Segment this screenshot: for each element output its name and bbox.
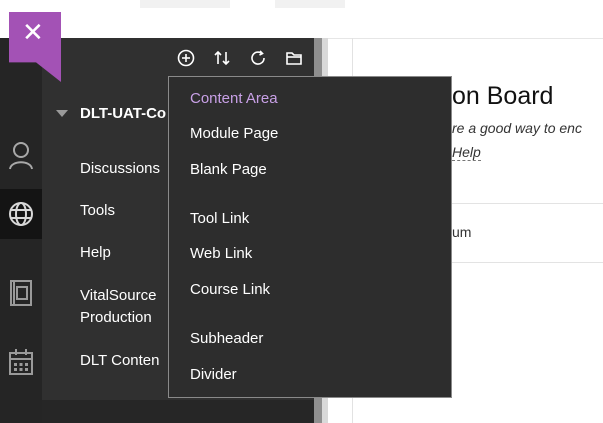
left-icon-rail xyxy=(0,38,42,423)
app-root: on Board re a good way to enc Help um DL… xyxy=(0,0,603,423)
reorder-button[interactable] xyxy=(204,43,240,73)
close-icon[interactable]: ✕ xyxy=(22,20,44,46)
forum-row-text[interactable]: um xyxy=(452,224,471,240)
course-menu-item[interactable]: Help xyxy=(80,242,111,263)
course-title-label: DLT-UAT-Co xyxy=(80,105,167,122)
dropdown-item-subheader[interactable]: Subheader xyxy=(190,329,263,349)
dropdown-item-module-page[interactable]: Module Page xyxy=(190,124,278,144)
page-description: re a good way to enc xyxy=(452,120,582,136)
course-menu-item[interactable]: Discussions xyxy=(80,158,160,179)
faint-top-element xyxy=(275,0,345,8)
course-menu-toolbar xyxy=(168,42,314,74)
manage-folders-button[interactable] xyxy=(276,43,312,73)
dropdown-item-content-area[interactable]: Content Area xyxy=(190,89,278,109)
refresh-button[interactable] xyxy=(240,43,276,73)
help-link[interactable]: Help xyxy=(452,144,481,161)
library-nav-button[interactable] xyxy=(0,268,42,318)
page-title: on Board xyxy=(452,82,554,110)
calendar-nav-button[interactable] xyxy=(0,337,42,387)
globe-icon xyxy=(9,202,33,226)
course-menu-item[interactable]: VitalSource xyxy=(80,285,156,306)
add-menu-item-icon xyxy=(177,49,195,67)
add-menu-item-dropdown: Content Area Module Page Blank Page Tool… xyxy=(168,76,452,398)
dropdown-item-course-link[interactable]: Course Link xyxy=(190,280,270,300)
profile-nav-button[interactable] xyxy=(0,130,42,180)
course-title[interactable]: DLT-UAT-Co xyxy=(56,105,166,122)
dropdown-item-blank-page[interactable]: Blank Page xyxy=(190,160,267,180)
dropdown-item-web-link[interactable]: Web Link xyxy=(190,244,252,264)
book-icon xyxy=(10,280,32,306)
course-menu-item[interactable]: Tools xyxy=(80,200,115,221)
profile-icon xyxy=(9,142,33,170)
dropdown-item-tool-link[interactable]: Tool Link xyxy=(190,209,249,229)
dropdown-item-divider[interactable]: Divider xyxy=(190,365,237,385)
add-menu-item-button[interactable] xyxy=(168,43,204,73)
content-top-border xyxy=(328,38,603,39)
faint-top-element xyxy=(140,0,230,8)
folder-icon xyxy=(286,52,302,65)
course-menu-footer xyxy=(42,400,318,423)
calendar-icon xyxy=(9,349,33,375)
collapse-triangle-icon[interactable] xyxy=(56,110,68,117)
reorder-icon xyxy=(214,50,230,66)
refresh-icon xyxy=(251,50,265,65)
course-menu-item[interactable]: DLT Conten xyxy=(80,350,160,371)
courses-nav-button[interactable] xyxy=(0,189,42,239)
course-menu-item-line2[interactable]: Production xyxy=(80,307,152,328)
